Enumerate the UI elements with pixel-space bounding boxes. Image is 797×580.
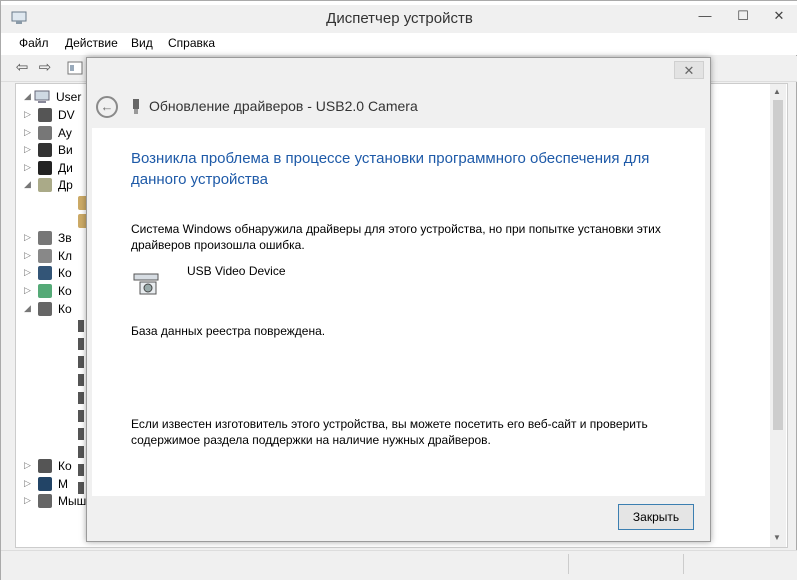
device-category-icon [38,249,52,263]
computer-icon [34,90,50,103]
expand-arrow-icon[interactable]: ▷ [24,144,31,155]
back-arrow-icon[interactable]: ⇦ [13,60,31,76]
device-category-icon [38,459,52,473]
error-reason: База данных реестра повреждена. [131,324,326,338]
menu-file[interactable]: Файл [19,36,49,50]
usb-device-icon [78,392,84,404]
manufacturer-hint: Если известен изготовитель этого устройс… [131,417,648,447]
menu-action[interactable]: Действие [65,36,118,50]
usb-device-icon [78,482,84,494]
usb-device-icon [78,338,84,350]
status-bar [1,550,797,580]
tree-item-label: Зв [58,231,72,245]
device-category-icon [38,494,52,508]
dialog-title: Обновление драйверов - USB2.0 Camera [149,98,418,114]
tree-root-label: User [56,90,82,104]
tree-item-label: Ко [58,459,72,473]
tree-item-label: Ви [58,143,73,157]
menu-help[interactable]: Справка [168,36,215,50]
device-category-icon [38,126,52,140]
device-category-icon [38,284,52,298]
title-bar: Диспетчер устройств — ☐ ✕ [1,5,797,33]
maximize-button[interactable]: ☐ [728,7,758,27]
device-category-icon [38,266,52,280]
expand-arrow-icon[interactable]: ▷ [24,495,31,506]
scroll-thumb[interactable] [773,100,783,430]
usb-device-icon [78,446,84,458]
update-driver-dialog: ✕ ← Обновление драйверов - USB2.0 Camera… [86,57,711,542]
menu-bar: Файл Действие Вид Справка [1,33,797,55]
properties-icon[interactable] [67,61,83,75]
usb-device-icon [78,320,84,332]
expand-arrow-icon[interactable]: ◢ [24,179,31,190]
tree-item-label: Ди [58,161,73,175]
expand-arrow-icon[interactable]: ▷ [24,127,31,138]
device-category-icon [38,477,52,491]
usb-device-icon [133,99,139,114]
close-dialog-button[interactable]: Закрыть [618,504,694,530]
vertical-scrollbar[interactable]: ▲ ▼ [770,84,786,547]
expand-arrow-icon[interactable]: ▷ [24,460,31,471]
menu-view[interactable]: Вид [131,36,153,50]
minimize-button[interactable]: — [690,7,720,27]
status-divider [683,554,684,574]
error-heading: Возникла проблема в процессе установки п… [131,150,650,188]
expand-arrow-icon[interactable]: ▷ [24,232,31,243]
dialog-close-button[interactable]: ✕ [674,61,704,79]
usb-device-icon [78,356,84,368]
device-category-icon [38,302,52,316]
scroll-up-icon[interactable]: ▲ [773,87,781,96]
dialog-header: ← Обновление драйверов - USB2.0 Camera [87,82,710,124]
expand-arrow-icon[interactable]: ▷ [24,250,31,261]
window-title: Диспетчер устройств [326,10,473,27]
expand-arrow-icon[interactable]: ▷ [24,285,31,296]
tree-item-label: Ко [58,266,72,280]
expand-arrow-icon[interactable]: ▷ [24,267,31,278]
forward-arrow-icon[interactable]: ⇨ [36,60,54,76]
usb-device-icon [78,374,84,386]
tree-item-label: Ау [58,126,72,140]
camera-icon [133,273,159,295]
device-category-icon [38,161,52,175]
tree-item-label: Ко [58,284,72,298]
tree-item-label: Ко [58,302,72,316]
dialog-footer: Закрыть [87,498,710,542]
usb-device-icon [78,464,84,476]
device-category-icon [38,231,52,245]
scroll-down-icon[interactable]: ▼ [773,533,781,542]
device-category-icon [38,143,52,157]
device-category-icon [38,178,52,192]
tree-item-label: Кл [58,249,72,263]
close-button[interactable]: ✕ [758,7,797,27]
expand-arrow-icon[interactable]: ▷ [24,109,31,120]
usb-device-icon [78,428,84,440]
status-divider [568,554,569,574]
expand-arrow-icon[interactable]: ◢ [24,303,31,314]
tree-item-label: Др [58,178,73,192]
error-message: Система Windows обнаружила драйверы для … [131,222,661,252]
back-icon[interactable]: ← [96,96,118,118]
device-category-icon [38,108,52,122]
expand-arrow-icon[interactable]: ▷ [24,478,31,489]
dialog-content: Возникла проблема в процессе установки п… [92,128,705,496]
tree-item-label: DV [58,108,75,122]
usb-device-icon [78,410,84,422]
expand-arrow-icon[interactable]: ◢ [24,91,31,102]
expand-arrow-icon[interactable]: ▷ [24,162,31,173]
device-name: USB Video Device [187,264,286,278]
tree-item-label: М [58,477,68,491]
